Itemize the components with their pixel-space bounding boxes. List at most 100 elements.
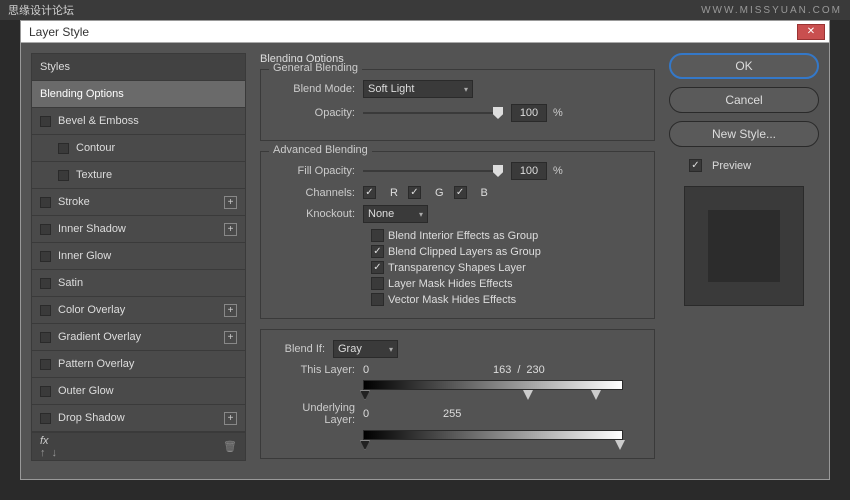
sidebar-item-label: Contour: [76, 142, 115, 154]
knockout-select[interactable]: None ▾: [363, 205, 428, 223]
effect-checkbox[interactable]: [40, 386, 51, 397]
channel-r-checkbox[interactable]: [363, 186, 376, 199]
blend-mode-label: Blend Mode:: [273, 83, 363, 95]
sidebar-item-color-overlay[interactable]: Color Overlay +: [32, 297, 245, 324]
sidebar-item-label: Texture: [76, 169, 112, 181]
sidebar-item-pattern-overlay[interactable]: Pattern Overlay: [32, 351, 245, 378]
sidebar-item-label: Satin: [58, 277, 83, 289]
slider-thumb[interactable]: [493, 107, 503, 119]
new-style-button[interactable]: New Style...: [669, 121, 819, 147]
fx-label: fx: [40, 435, 49, 447]
slider-thumb[interactable]: [493, 165, 503, 177]
general-blending-group: General Blending Blend Mode: Soft Light …: [260, 69, 655, 141]
effect-checkbox[interactable]: [40, 224, 51, 235]
this-layer-label: This Layer:: [273, 364, 363, 376]
preview-thumbnail: [684, 186, 804, 306]
preview-swatch: [708, 210, 780, 282]
effect-checkbox[interactable]: [40, 413, 51, 424]
sidebar-item-contour[interactable]: Contour: [32, 135, 245, 162]
sidebar-item-inner-glow[interactable]: Inner Glow: [32, 243, 245, 270]
sidebar-footer: fx ↑ ↓ 🗑: [31, 433, 246, 461]
add-effect-icon[interactable]: +: [224, 412, 237, 425]
opacity-input[interactable]: [511, 104, 547, 122]
blend-if-group: Blend If: Gray ▾ This Layer: 0 163 / 230: [260, 329, 655, 459]
sidebar-item-label: Stroke: [58, 196, 90, 208]
sidebar-item-gradient-overlay[interactable]: Gradient Overlay +: [32, 324, 245, 351]
titlebar: Layer Style ✕: [21, 21, 829, 43]
cancel-button[interactable]: Cancel: [669, 87, 819, 113]
gradient-thumb-split2[interactable]: [591, 390, 601, 400]
sidebar-item-styles[interactable]: Styles: [32, 54, 245, 81]
fill-opacity-slider[interactable]: [363, 170, 503, 172]
opacity-slider[interactable]: [363, 112, 503, 114]
style-list: Styles Blending Options Bevel & Emboss Cont…: [31, 53, 246, 433]
blend-interior-checkbox[interactable]: [371, 229, 384, 242]
arrow-up-icon[interactable]: ↑: [40, 447, 46, 459]
sidebar-item-drop-shadow[interactable]: Drop Shadow +: [32, 405, 245, 432]
preview-checkbox[interactable]: [689, 159, 702, 172]
trash-icon[interactable]: 🗑: [223, 440, 237, 453]
banner-left: 思缘设计论坛: [8, 2, 74, 18]
blend-if-select[interactable]: Gray ▾: [333, 340, 398, 358]
blend-clipped-checkbox[interactable]: [371, 245, 384, 258]
banner-watermark: WWW.MISSYUAN.COM: [701, 5, 842, 16]
layer-mask-hides-checkbox[interactable]: [371, 277, 384, 290]
gradient-thumb-low[interactable]: [360, 440, 370, 450]
sidebar-item-blending-options[interactable]: Blending Options: [32, 81, 245, 108]
blend-mode-select[interactable]: Soft Light ▾: [363, 80, 473, 98]
sidebar-item-outer-glow[interactable]: Outer Glow: [32, 378, 245, 405]
arrow-down-icon[interactable]: ↓: [52, 447, 58, 459]
sidebar-item-label: Styles: [40, 61, 70, 73]
gradient-thumb-high[interactable]: [615, 440, 625, 450]
sidebar-item-texture[interactable]: Texture: [32, 162, 245, 189]
this-layer-gradient[interactable]: [363, 380, 623, 390]
add-effect-icon[interactable]: +: [224, 304, 237, 317]
styles-sidebar: Styles Blending Options Bevel & Emboss Cont…: [31, 53, 246, 469]
effect-checkbox[interactable]: [40, 197, 51, 208]
advanced-blending-group: Advanced Blending Fill Opacity: % Channe…: [260, 151, 655, 319]
sidebar-item-label: Color Overlay: [58, 304, 125, 316]
underlying-layer-label: Underlying Layer:: [273, 402, 363, 426]
effect-checkbox[interactable]: [40, 116, 51, 127]
add-effect-icon[interactable]: +: [224, 223, 237, 236]
sidebar-item-stroke[interactable]: Stroke +: [32, 189, 245, 216]
ok-button[interactable]: OK: [669, 53, 819, 79]
close-button[interactable]: ✕: [797, 24, 825, 40]
add-effect-icon[interactable]: +: [224, 331, 237, 344]
opacity-label: Opacity:: [273, 107, 363, 119]
add-effect-icon[interactable]: +: [224, 196, 237, 209]
channel-b-checkbox[interactable]: [454, 186, 467, 199]
sidebar-item-bevel-emboss[interactable]: Bevel & Emboss: [32, 108, 245, 135]
sidebar-item-label: Blending Options: [40, 88, 124, 100]
channel-g-checkbox[interactable]: [408, 186, 421, 199]
effect-checkbox[interactable]: [40, 278, 51, 289]
vector-mask-hides-checkbox[interactable]: [371, 293, 384, 306]
effect-checkbox[interactable]: [40, 305, 51, 316]
layer-style-dialog: Layer Style ✕ Styles Blending Options Beve…: [20, 20, 830, 480]
gradient-thumb-low[interactable]: [360, 390, 370, 400]
sidebar-item-label: Bevel & Emboss: [58, 115, 139, 127]
options-panel: Blending Options General Blending Blend …: [260, 53, 655, 469]
sidebar-item-label: Gradient Overlay: [58, 331, 141, 343]
preview-label: Preview: [712, 160, 751, 172]
advanced-legend: Advanced Blending: [269, 144, 372, 156]
effect-checkbox[interactable]: [58, 143, 69, 154]
effect-checkbox[interactable]: [40, 332, 51, 343]
fill-opacity-input[interactable]: [511, 162, 547, 180]
effect-checkbox[interactable]: [58, 170, 69, 181]
app-banner: 思缘设计论坛 WWW.MISSYUAN.COM: [0, 0, 850, 20]
underlying-layer-gradient[interactable]: [363, 430, 623, 440]
gradient-thumb-split1[interactable]: [523, 390, 533, 400]
effect-checkbox[interactable]: [40, 251, 51, 262]
dialog-buttons: OK Cancel New Style... Preview: [669, 53, 819, 469]
effect-checkbox[interactable]: [40, 359, 51, 370]
fill-opacity-label: Fill Opacity:: [273, 165, 363, 177]
sidebar-item-label: Inner Glow: [58, 250, 111, 262]
sidebar-item-inner-shadow[interactable]: Inner Shadow+: [32, 216, 245, 243]
sidebar-item-label: Outer Glow: [58, 385, 114, 397]
dialog-title: Layer Style: [29, 25, 89, 39]
sidebar-item-satin[interactable]: Satin: [32, 270, 245, 297]
channels-label: Channels:: [273, 187, 363, 199]
sidebar-item-label: Drop Shadow: [58, 412, 125, 424]
transparency-shapes-checkbox[interactable]: [371, 261, 384, 274]
